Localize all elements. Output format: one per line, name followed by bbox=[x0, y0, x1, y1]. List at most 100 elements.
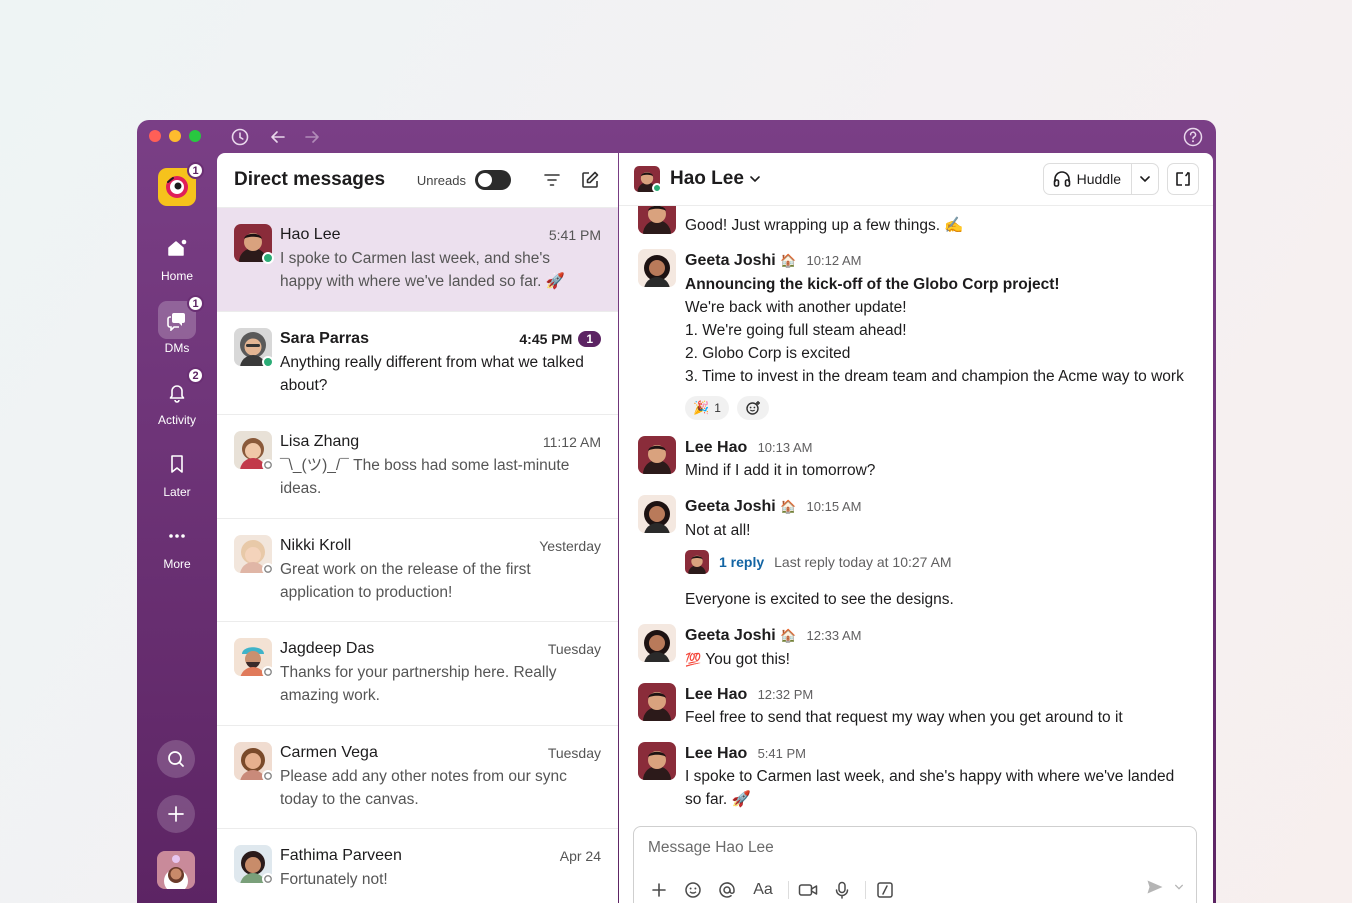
message[interactable]: Lee Hao 5:41 PM I spoke to Carmen last w… bbox=[638, 742, 1198, 811]
microphone-icon[interactable] bbox=[829, 877, 855, 903]
sidebar-item-label: More bbox=[163, 557, 191, 571]
add-reaction-button[interactable] bbox=[736, 396, 769, 420]
chevron-down-icon[interactable] bbox=[1174, 882, 1184, 892]
dm-name: Lisa Zhang bbox=[280, 433, 360, 450]
reaction-emoji: 🎉 bbox=[693, 400, 710, 416]
slash-command-icon[interactable] bbox=[872, 877, 898, 903]
dm-time: 4:45 PM bbox=[519, 330, 573, 347]
attach-plus-icon[interactable] bbox=[646, 877, 672, 903]
sidebar-item-more[interactable]: More bbox=[137, 517, 217, 571]
dm-row-hao-lee[interactable]: Hao Lee 5:41 PM I spoke to Carmen last w… bbox=[217, 208, 618, 312]
dm-row-jagdeep-das[interactable]: Jagdeep Das Tuesday Thanks for your part… bbox=[217, 622, 618, 726]
send-control bbox=[1146, 879, 1184, 895]
sender-name[interactable]: Lee Hao bbox=[685, 745, 747, 762]
search-icon bbox=[168, 751, 184, 767]
huddle-options-button[interactable] bbox=[1132, 173, 1158, 185]
message[interactable]: Lee Hao 12:32 PM Feel free to send that … bbox=[638, 683, 1198, 729]
send-icon[interactable] bbox=[1146, 879, 1164, 895]
filter-icon[interactable] bbox=[541, 169, 563, 191]
dm-row-fathima-parveen[interactable]: Fathima Parveen Apr 24 Fortunately not! bbox=[217, 829, 618, 903]
message-line: We're back with another update! bbox=[685, 299, 907, 316]
conversation-header: Hao Lee Huddle bbox=[619, 153, 1213, 206]
sidebar-item-home[interactable]: Home bbox=[137, 229, 217, 283]
sidebar-item-dms[interactable]: 1 DMs bbox=[137, 295, 217, 355]
sender-name[interactable]: Lee Hao bbox=[685, 686, 747, 703]
dm-name: Hao Lee bbox=[280, 226, 341, 243]
dms-badge: 1 bbox=[187, 295, 204, 312]
sender-name[interactable]: Geeta Joshi bbox=[685, 498, 776, 515]
huddle-button[interactable]: Huddle bbox=[1044, 164, 1132, 194]
conversation-title[interactable]: Hao Lee bbox=[670, 168, 744, 190]
message[interactable]: Lee Hao 10:13 AM Mind if I add it in tom… bbox=[638, 436, 1198, 482]
canvas-button[interactable] bbox=[1167, 163, 1199, 195]
message[interactable]: Good! Just wrapping up a few things. ✍ bbox=[638, 206, 1198, 237]
help-icon[interactable] bbox=[1182, 126, 1204, 148]
dm-row-nikki-kroll[interactable]: Nikki Kroll Yesterday Great work on the … bbox=[217, 519, 618, 622]
workspace-switcher[interactable]: 1 bbox=[137, 162, 217, 206]
sidebar-item-later[interactable]: Later bbox=[137, 445, 217, 499]
message-time[interactable]: 10:13 AM bbox=[758, 440, 813, 455]
message-line: Announcing the kick-off of the Globo Cor… bbox=[685, 276, 1060, 293]
message-time[interactable]: 12:33 AM bbox=[807, 628, 862, 643]
emoji-icon[interactable] bbox=[680, 877, 706, 903]
chevron-down-icon[interactable] bbox=[749, 173, 761, 185]
minimize-window-button[interactable] bbox=[169, 130, 181, 142]
toolbar-divider bbox=[788, 881, 789, 899]
sidebar-item-activity[interactable]: 2 Activity bbox=[137, 367, 217, 427]
sidebar-rail: 1 Home 1 DMs 2 Activity Later More bbox=[137, 153, 217, 903]
message-list: Good! Just wrapping up a few things. ✍ G… bbox=[619, 206, 1213, 826]
dm-preview: Fortunately not! bbox=[280, 871, 388, 888]
presence-away bbox=[262, 769, 274, 782]
unreads-toggle[interactable] bbox=[475, 170, 511, 190]
message[interactable]: Geeta Joshi 🏠 10:12 AM Announcing the ki… bbox=[638, 249, 1198, 420]
presence-away bbox=[262, 562, 274, 575]
create-button[interactable] bbox=[157, 795, 195, 833]
thread-summary[interactable]: 1 reply Last reply today at 10:27 AM bbox=[685, 550, 1198, 574]
workspace-logo[interactable]: 1 bbox=[158, 162, 204, 206]
video-icon[interactable] bbox=[795, 877, 821, 903]
message[interactable]: Geeta Joshi 🏠 12:33 AM 💯 You got this! bbox=[638, 624, 1198, 672]
thread-reply-count[interactable]: 1 reply bbox=[719, 551, 764, 574]
format-text-label: Aa bbox=[753, 881, 773, 898]
chevron-down-icon bbox=[1140, 176, 1150, 183]
message-time[interactable]: 10:15 AM bbox=[807, 499, 862, 514]
sender-name[interactable]: Geeta Joshi bbox=[685, 252, 776, 269]
message-time[interactable]: 12:32 PM bbox=[758, 687, 814, 702]
history-icon[interactable] bbox=[229, 126, 251, 148]
search-button[interactable] bbox=[157, 740, 195, 778]
dm-time: Apr 24 bbox=[559, 848, 601, 864]
message-composer[interactable]: Message Hao Lee Aa bbox=[633, 826, 1197, 903]
compose-icon[interactable] bbox=[579, 169, 601, 191]
canvas-icon bbox=[1176, 172, 1190, 186]
reaction-count: 1 bbox=[714, 400, 721, 415]
presence-online bbox=[652, 183, 662, 193]
huddle-label: Huddle bbox=[1076, 171, 1121, 187]
format-text-button[interactable]: Aa bbox=[748, 877, 778, 903]
maximize-window-button[interactable] bbox=[189, 130, 201, 142]
sidebar-item-label: Later bbox=[163, 485, 191, 499]
dm-row-carmen-vega[interactable]: Carmen Vega Tuesday Please add any other… bbox=[217, 726, 618, 829]
dm-name: Fathima Parveen bbox=[280, 847, 402, 864]
mention-icon[interactable] bbox=[714, 877, 740, 903]
avatar bbox=[638, 206, 676, 234]
message-input[interactable]: Message Hao Lee bbox=[648, 839, 774, 857]
user-avatar[interactable] bbox=[157, 851, 195, 889]
message-time[interactable]: 5:41 PM bbox=[758, 746, 806, 761]
forward-arrow-icon[interactable] bbox=[301, 126, 323, 148]
sender-name[interactable]: Lee Hao bbox=[685, 439, 747, 456]
reaction-pill[interactable]: 🎉 1 bbox=[685, 396, 729, 420]
dm-name: Carmen Vega bbox=[280, 743, 378, 761]
dm-row-lisa-zhang[interactable]: Lisa Zhang 11:12 AM ¯\_(ツ)_/¯ The boss h… bbox=[217, 415, 618, 519]
close-window-button[interactable] bbox=[149, 130, 161, 142]
back-arrow-icon[interactable] bbox=[267, 126, 289, 148]
sender-name[interactable]: Geeta Joshi bbox=[685, 627, 776, 644]
message-time[interactable]: 10:12 AM bbox=[807, 253, 862, 268]
message[interactable]: Geeta Joshi 🏠 10:15 AM Not at all! 1 rep… bbox=[638, 495, 1198, 611]
dm-time: 11:12 AM bbox=[542, 434, 601, 450]
status-emoji: 🏠 bbox=[780, 500, 797, 515]
dm-row-sara-parras[interactable]: Sara Parras 4:45 PM 1 Anything really di… bbox=[217, 312, 618, 415]
message-line: 2. Globo Corp is excited bbox=[685, 345, 851, 362]
dm-time: Yesterday bbox=[539, 537, 601, 554]
dms-icon: 1 bbox=[158, 295, 204, 339]
workspace-badge: 1 bbox=[187, 162, 204, 179]
